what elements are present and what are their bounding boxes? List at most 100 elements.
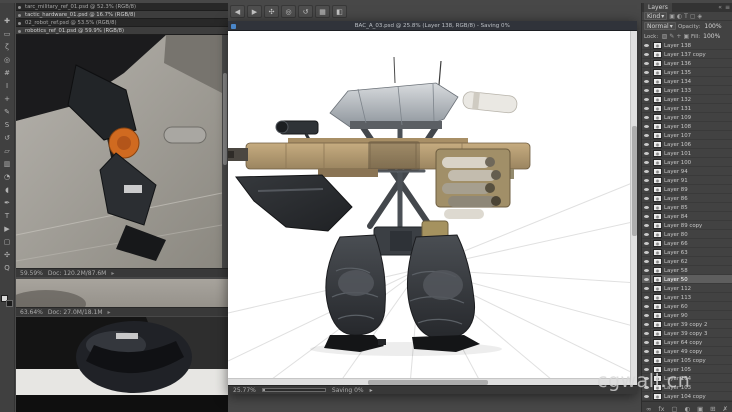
blur-tool[interactable]: ◔	[1, 172, 14, 183]
visibility-cell[interactable]	[642, 41, 651, 49]
zoom-tool[interactable]: Q	[1, 263, 14, 274]
visibility-cell[interactable]	[642, 158, 651, 166]
filter-shape-layers-icon[interactable]: ▢	[690, 13, 696, 20]
layer-thumbnail[interactable]	[653, 122, 662, 130]
layer-row[interactable]: Layer 107	[642, 131, 732, 140]
close-icon[interactable]	[18, 21, 21, 25]
visibility-cell[interactable]	[642, 167, 651, 175]
layer-row[interactable]: Layer 80	[642, 230, 732, 239]
filter-type-layers-icon[interactable]: T	[684, 13, 688, 20]
layer-thumbnail[interactable]	[653, 50, 662, 58]
hand-tool[interactable]: ✣	[1, 250, 14, 261]
link-layers-icon[interactable]: ∞	[646, 405, 651, 412]
layer-thumbnail[interactable]	[653, 230, 662, 238]
layer-thumbnail[interactable]	[653, 293, 662, 301]
layer-thumbnail[interactable]	[653, 329, 662, 337]
lock-transparency-icon[interactable]: ▨	[662, 33, 668, 40]
lock-pixels-icon[interactable]: ✎	[669, 33, 674, 40]
reference-window-robot-photo[interactable]: 59.59% Doc: 120.2M/87.6M ▸	[16, 35, 228, 277]
visibility-cell[interactable]	[642, 131, 651, 139]
lock-all-icon[interactable]: ▣	[683, 33, 689, 40]
visibility-cell[interactable]	[642, 257, 651, 265]
layer-thumbnail[interactable]	[653, 392, 662, 400]
status-menu-icon[interactable]: ▸	[111, 270, 114, 277]
visibility-cell[interactable]	[642, 104, 651, 112]
zoom-field[interactable]: 59.59%	[20, 270, 43, 277]
visibility-cell[interactable]	[642, 221, 651, 229]
layer-row[interactable]: Layer 85	[642, 203, 732, 212]
layer-row[interactable]: Layer 132	[642, 95, 732, 104]
layer-row[interactable]: Layer 113	[642, 293, 732, 302]
layer-row[interactable]: Layer 108	[642, 122, 732, 131]
visibility-cell[interactable]	[642, 149, 651, 157]
layer-row[interactable]: Layer 58	[642, 266, 732, 275]
visibility-cell[interactable]	[642, 212, 651, 220]
visibility-cell[interactable]	[642, 347, 651, 355]
layer-row[interactable]: Layer 105 copy	[642, 356, 732, 365]
collapse-panel-icon[interactable]: «	[718, 4, 722, 11]
crop-tool[interactable]: #	[1, 68, 14, 79]
ref-document-titlebar[interactable]: 02_robot_ref.psd @ 53.5% (RGB/8)	[16, 19, 228, 27]
layer-thumbnail[interactable]	[653, 239, 662, 247]
gradient-tool[interactable]: ▥	[1, 159, 14, 170]
layer-row[interactable]: Layer 91	[642, 176, 732, 185]
layer-thumbnail[interactable]	[653, 266, 662, 274]
nav-forward-button[interactable]: ▶	[247, 5, 262, 18]
layer-thumbnail[interactable]	[653, 356, 662, 364]
visibility-cell[interactable]	[642, 248, 651, 256]
layer-thumbnail[interactable]	[653, 212, 662, 220]
hand-button[interactable]: ✣	[264, 5, 279, 18]
lasso-tool[interactable]: ζ	[1, 42, 14, 53]
visibility-cell[interactable]	[642, 266, 651, 274]
layer-thumbnail[interactable]	[653, 140, 662, 148]
visibility-cell[interactable]	[642, 113, 651, 121]
visibility-cell[interactable]	[642, 185, 651, 193]
visibility-cell[interactable]	[642, 275, 651, 283]
nav-back-button[interactable]: ◀	[230, 5, 245, 18]
screen-mode-button[interactable]: ◧	[332, 5, 347, 18]
zoom-field[interactable]: 25.77%	[233, 387, 256, 394]
layer-thumbnail[interactable]	[653, 95, 662, 103]
close-icon[interactable]	[18, 29, 21, 33]
panel-menu-icon[interactable]: ≡	[725, 4, 730, 11]
layer-row[interactable]: Layer 137 copy	[642, 50, 732, 59]
layer-thumbnail[interactable]	[653, 68, 662, 76]
layer-thumbnail[interactable]	[653, 185, 662, 193]
layer-thumbnail[interactable]	[653, 41, 662, 49]
layer-thumbnail[interactable]	[653, 194, 662, 202]
layer-row[interactable]: Layer 135	[642, 68, 732, 77]
eraser-tool[interactable]: ▱	[1, 146, 14, 157]
status-menu-icon[interactable]: ▸	[108, 309, 111, 316]
filter-kind-select[interactable]: Kind ▾	[644, 12, 668, 20]
layer-row[interactable]: Layer 39 copy 3	[642, 329, 732, 338]
layer-row[interactable]: Layer 39 copy 2	[642, 320, 732, 329]
reference-window-helmet-photo[interactable]	[16, 317, 228, 412]
rotate-view-button[interactable]: ↺	[298, 5, 313, 18]
layer-thumbnail[interactable]	[653, 257, 662, 265]
close-icon[interactable]	[18, 13, 21, 17]
layer-thumbnail[interactable]	[653, 149, 662, 157]
layer-row[interactable]: Layer 60	[642, 302, 732, 311]
shape-tool[interactable]: ▢	[1, 237, 14, 248]
ref-document-titlebar[interactable]: robotics_ref_01.psd @ 59.9% (RGB/8)	[16, 27, 228, 35]
visibility-cell[interactable]	[642, 356, 651, 364]
canvas-vertical-scrollbar[interactable]	[630, 31, 637, 385]
layer-thumbnail[interactable]	[653, 113, 662, 121]
visibility-cell[interactable]	[642, 95, 651, 103]
clone-stamp-tool[interactable]: S	[1, 120, 14, 131]
eyedropper-tool[interactable]: I	[1, 81, 14, 92]
brush-tool[interactable]: ✎	[1, 107, 14, 118]
layer-thumbnail[interactable]	[653, 347, 662, 355]
layer-thumbnail[interactable]	[653, 59, 662, 67]
visibility-cell[interactable]	[642, 293, 651, 301]
layer-thumbnail[interactable]	[653, 176, 662, 184]
zoom-button[interactable]: ◎	[281, 5, 296, 18]
visibility-cell[interactable]	[642, 176, 651, 184]
type-tool[interactable]: T	[1, 211, 14, 222]
marquee-tool[interactable]: ▭	[1, 29, 14, 40]
layer-mask-icon[interactable]: ▢	[671, 405, 677, 412]
layer-thumbnail[interactable]	[653, 131, 662, 139]
layer-row[interactable]: Layer 112	[642, 284, 732, 293]
layer-row[interactable]: Layer 84	[642, 212, 732, 221]
layer-effects-icon[interactable]: fx	[658, 405, 664, 412]
